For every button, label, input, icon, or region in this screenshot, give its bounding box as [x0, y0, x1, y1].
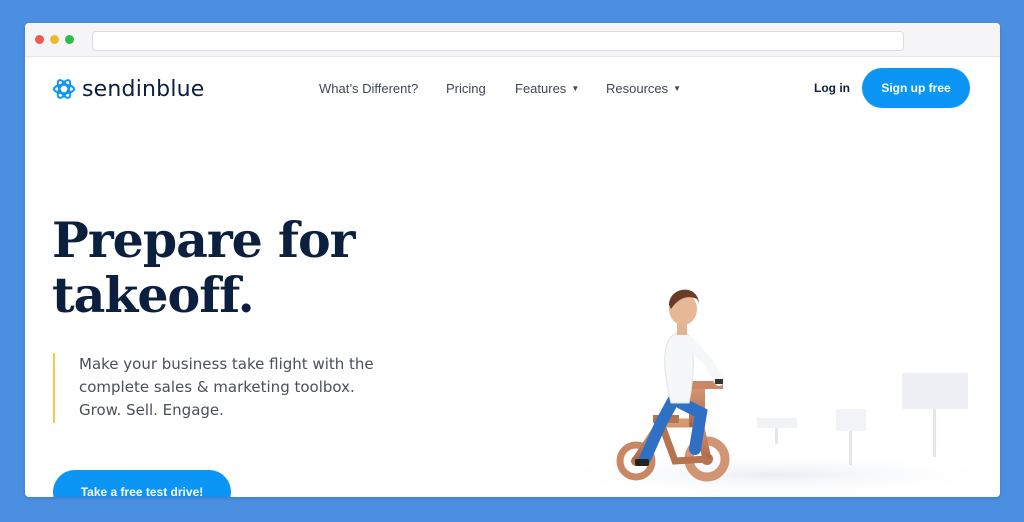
caret-down-icon: ▼: [571, 84, 580, 93]
hero-subtext: Make your business take flight with the …: [53, 353, 399, 423]
browser-window: sendinblue What’s Different? Pricing Fea…: [25, 23, 1000, 497]
hero-headline: Prepare for takeoff.: [52, 213, 472, 323]
free-test-drive-button[interactable]: Take a free test drive!: [53, 470, 231, 497]
close-window-button[interactable]: [35, 35, 44, 44]
browser-toolbar: [25, 23, 1000, 57]
nav-link-resources[interactable]: Resources ▼: [606, 81, 681, 96]
nav-link-label: Features: [515, 81, 567, 96]
site-header: sendinblue What’s Different? Pricing Fea…: [25, 57, 1000, 119]
nav-link-pricing[interactable]: Pricing: [446, 81, 486, 96]
signup-button[interactable]: Sign up free: [862, 68, 970, 108]
nav-link-features[interactable]: Features ▼: [515, 81, 579, 96]
maximize-window-button[interactable]: [65, 35, 74, 44]
nav-link-label: Resources: [606, 81, 669, 96]
subtext-line: complete sales & marketing toolbox.: [79, 378, 355, 396]
headline-line: Prepare for: [52, 211, 355, 269]
logo[interactable]: sendinblue: [52, 75, 205, 103]
hero-illustration: [535, 289, 1000, 497]
login-link[interactable]: Log in: [814, 81, 850, 95]
address-bar[interactable]: [92, 31, 904, 51]
nav-link-whats-different[interactable]: What’s Different?: [319, 81, 418, 96]
subtext-line: Make your business take flight with the: [79, 355, 374, 373]
nav-link-label: Pricing: [446, 81, 486, 96]
headline-line: takeoff.: [52, 266, 255, 324]
signpost: [757, 418, 797, 444]
signpost: [902, 373, 968, 457]
brand-name: sendinblue: [82, 76, 205, 102]
floor-shadow: [535, 453, 1000, 497]
caret-down-icon: ▼: [673, 84, 682, 93]
subtext-line: Grow. Sell. Engage.: [79, 401, 224, 419]
sendinblue-logo-icon: [53, 79, 75, 99]
nav-link-label: What’s Different?: [319, 81, 419, 96]
minimize-window-button[interactable]: [50, 35, 59, 44]
